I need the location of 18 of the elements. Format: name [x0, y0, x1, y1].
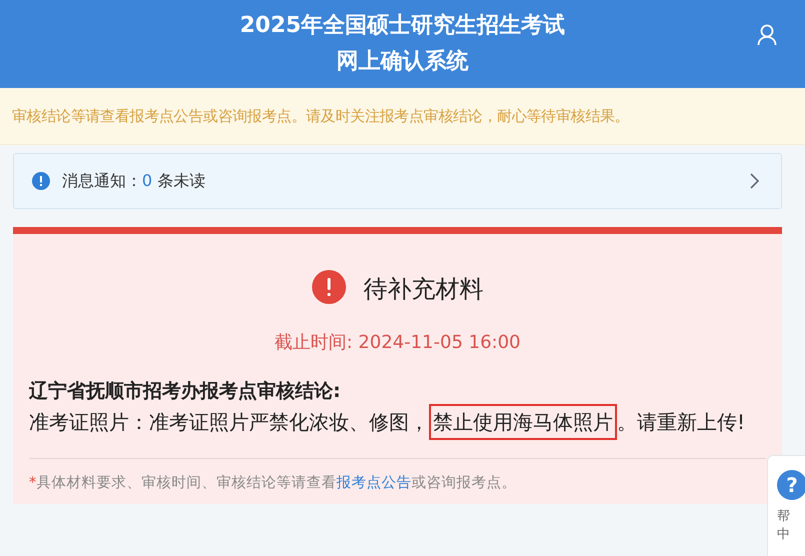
chevron-right-icon: [749, 173, 759, 189]
help-label: 中: [777, 526, 790, 544]
announcement-link[interactable]: 报考点公告: [336, 475, 412, 491]
deadline-text: 截止时间: 2024-11-05 16:00: [274, 331, 522, 354]
info-icon: [32, 172, 50, 190]
message-count-text: 消息通知：0 条未读: [62, 170, 206, 192]
conclusion-text: 准考证照片：准考证照片严禁化浓妆、修图， 禁止使用海马体照片 。请重新上传!: [29, 406, 766, 438]
help-widget[interactable]: ? 帮 中: [767, 455, 805, 556]
help-label: 帮: [777, 508, 790, 526]
help-icon: ?: [777, 470, 805, 500]
status-title: 待补充材料: [364, 274, 484, 305]
page-title: 2025年全国硕士研究生招生考试 网上确认系统: [240, 12, 566, 76]
footnote-text: *具体材料要求、审核时间、审核结论等请查看报考点公告或咨询报考点。: [29, 474, 518, 492]
highlight-box: 禁止使用海马体照片: [429, 404, 617, 440]
message-bar[interactable]: 消息通知：0 条未读: [13, 153, 782, 209]
notice-banner: 审核结论等请查看报考点公告或咨询报考点。请及时关注报考点审核结论，耐心等待审核结果。: [0, 88, 805, 145]
user-icon[interactable]: [757, 24, 777, 46]
conclusion-heading: 辽宁省抚顺市招考办报考点审核结论:: [29, 379, 342, 404]
